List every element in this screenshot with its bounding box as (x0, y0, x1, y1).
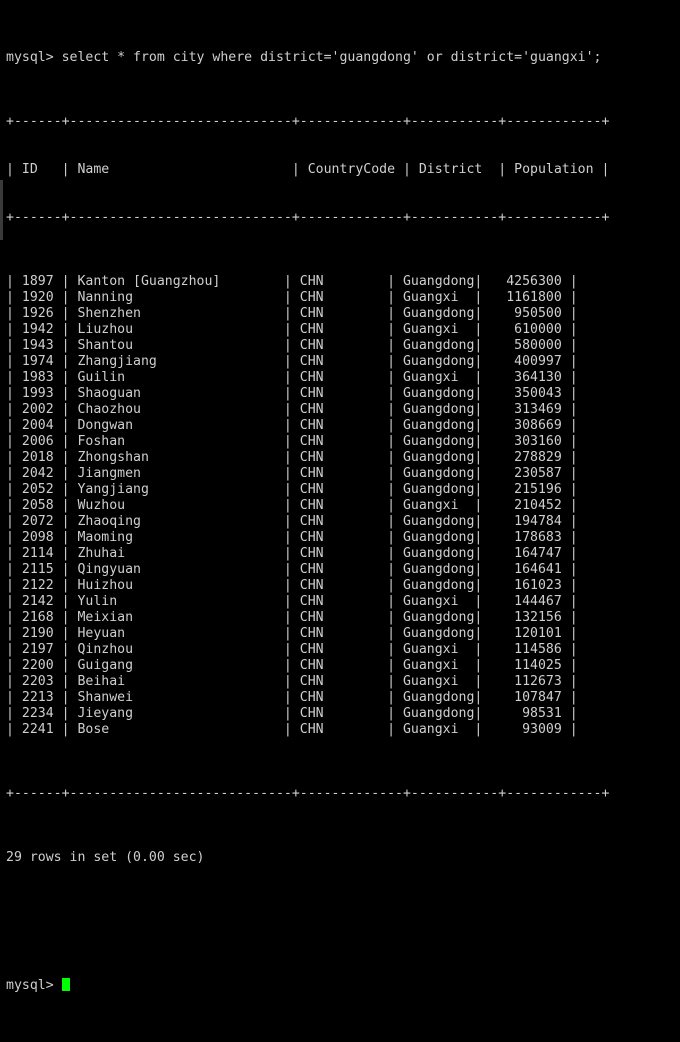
table-bottom-border: +------+----------------------------+---… (6, 786, 610, 801)
table-row: | 2018 | Zhongshan | CHN | Guangdong| 27… (6, 450, 578, 465)
table-row: | 2006 | Foshan | CHN | Guangdong| 30316… (6, 434, 578, 449)
table-row: | 2241 | Bose | CHN | Guangxi | 93009 | (6, 722, 578, 737)
command-line: mysql> select * from city where district… (6, 50, 602, 65)
table-row: | 1942 | Liuzhou | CHN | Guangxi | 61000… (6, 322, 578, 337)
table-row: | 2072 | Zhaoqing | CHN | Guangdong| 194… (6, 514, 578, 529)
table-row: | 2168 | Meixian | CHN | Guangdong| 1321… (6, 610, 578, 625)
table-row: | 2042 | Jiangmen | CHN | Guangdong| 230… (6, 466, 578, 481)
table-row: | 1920 | Nanning | CHN | Guangxi | 11618… (6, 290, 578, 305)
table-row: | 2058 | Wuzhou | CHN | Guangxi | 210452… (6, 498, 578, 513)
table-row: | 2142 | Yulin | CHN | Guangxi | 144467 … (6, 594, 578, 609)
table-body: | 1897 | Kanton [Guangzhou] | CHN | Guan… (6, 274, 680, 738)
table-row: | 2203 | Beihai | CHN | Guangxi | 112673… (6, 674, 578, 689)
table-row: | 2234 | Jieyang | CHN | Guangdong| 9853… (6, 706, 578, 721)
table-top-border: +------+----------------------------+---… (6, 114, 610, 129)
table-row: | 2115 | Qingyuan | CHN | Guangdong| 164… (6, 562, 578, 577)
table-row: | 2190 | Heyuan | CHN | Guangdong| 12010… (6, 626, 578, 641)
table-row: | 1943 | Shantou | CHN | Guangdong| 5800… (6, 338, 578, 353)
table-header-row: | ID | Name | CountryCode | District | P… (6, 162, 610, 177)
text-cursor (61, 978, 70, 991)
table-row: | 1897 | Kanton [Guangzhou] | CHN | Guan… (6, 274, 578, 289)
scrollbar-thumb[interactable] (0, 180, 3, 240)
table-row: | 2213 | Shanwei | CHN | Guangdong| 1078… (6, 690, 578, 705)
table-row: | 2004 | Dongwan | CHN | Guangdong| 3086… (6, 418, 578, 433)
table-row: | 1983 | Guilin | CHN | Guangxi | 364130… (6, 370, 578, 385)
terminal-window[interactable]: mysql> select * from city where district… (0, 0, 680, 993)
table-row: | 1993 | Shaoguan | CHN | Guangdong| 350… (6, 386, 578, 401)
table-row: | 2052 | Yangjiang | CHN | Guangdong| 21… (6, 482, 578, 497)
table-row: | 2197 | Qinzhou | CHN | Guangxi | 11458… (6, 642, 578, 657)
table-row: | 2200 | Guigang | CHN | Guangxi | 11402… (6, 658, 578, 673)
prompt-label: mysql> (6, 978, 62, 993)
table-row: | 2098 | Maoming | CHN | Guangdong| 1786… (6, 530, 578, 545)
table-row: | 2122 | Huizhou | CHN | Guangdong| 1610… (6, 578, 578, 593)
table-header-border: +------+----------------------------+---… (6, 210, 610, 225)
table-row: | 2114 | Zhuhai | CHN | Guangdong| 16474… (6, 546, 578, 561)
table-row: | 2002 | Chaozhou | CHN | Guangdong| 313… (6, 402, 578, 417)
table-row: | 1974 | Zhangjiang | CHN | Guangdong| 4… (6, 354, 578, 369)
shell-prompt-line[interactable]: mysql> (6, 978, 680, 994)
vertical-scrollbar[interactable] (0, 0, 4, 600)
terminal-screen: mysql> select * from city where district… (6, 2, 680, 1042)
status-line: 29 rows in set (0.00 sec) (6, 850, 205, 865)
table-row: | 1926 | Shenzhen | CHN | Guangdong| 950… (6, 306, 578, 321)
